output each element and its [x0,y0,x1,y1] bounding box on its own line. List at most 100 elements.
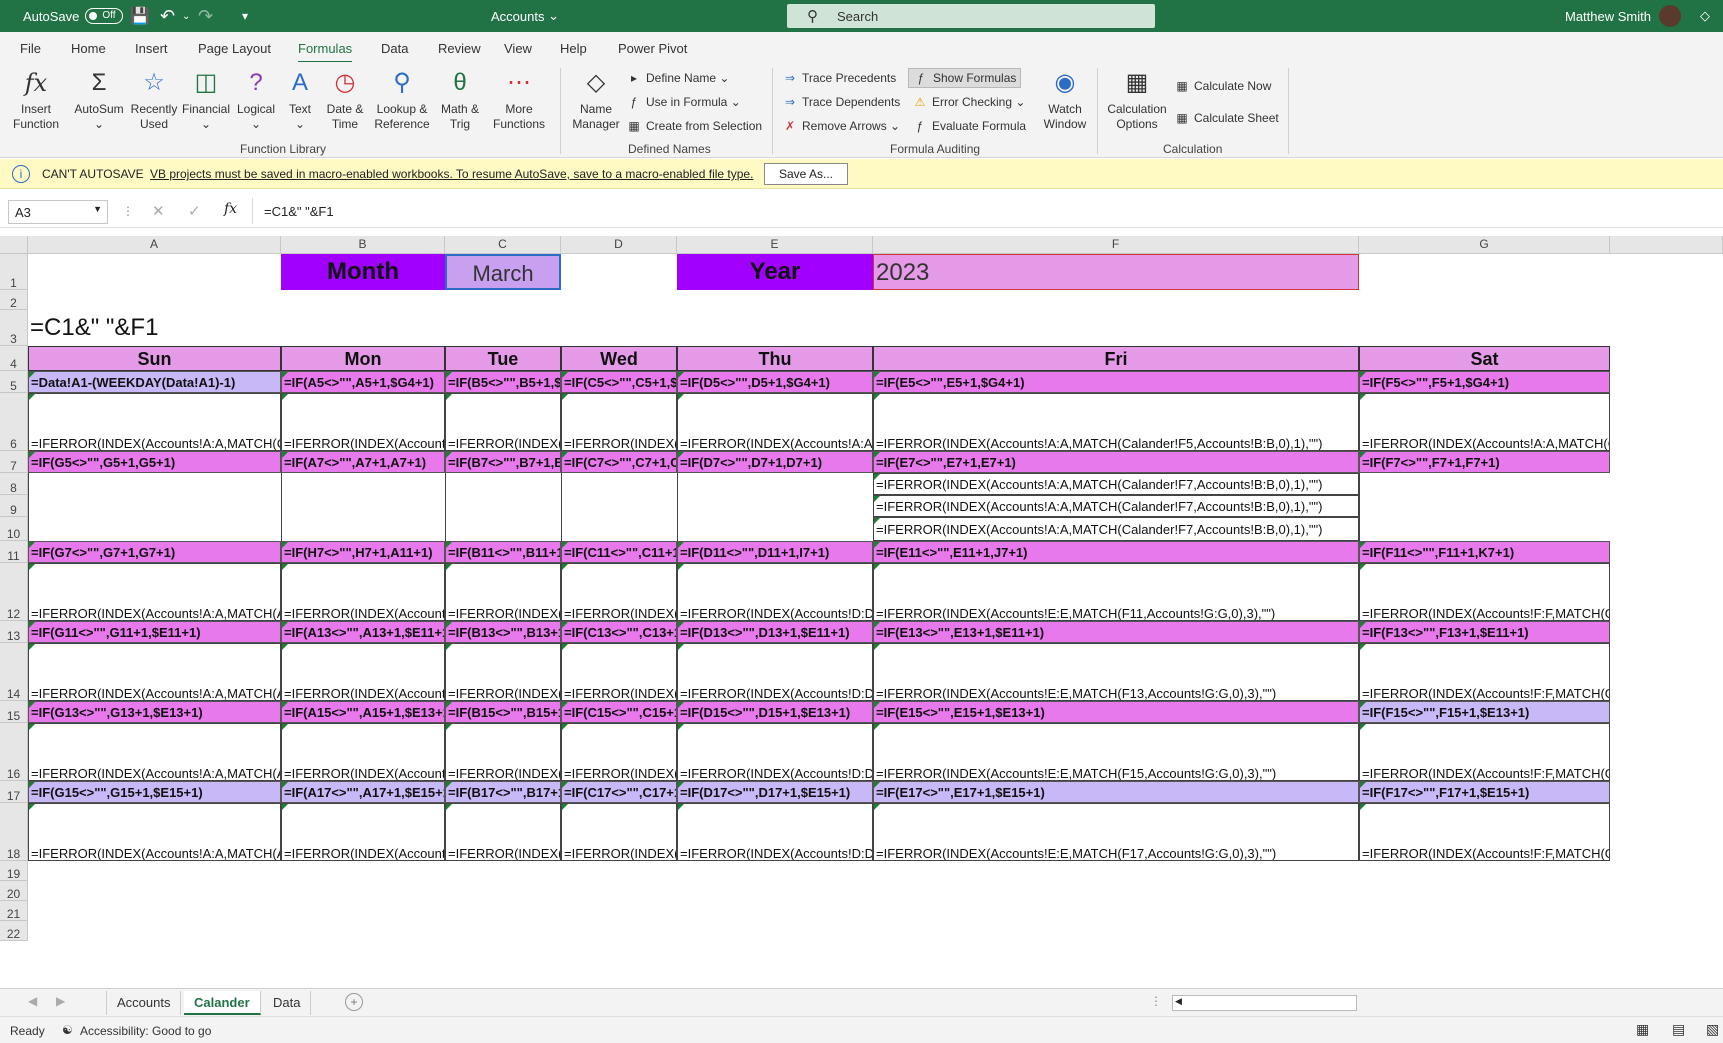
date-cell-13-6[interactable]: =IF(F13<>"",F13+1,$E11+1) [1359,621,1610,643]
empty-cell-9-4[interactable] [677,495,873,517]
row-header-2[interactable]: 2 [0,290,28,310]
tab-scroll-left-icon[interactable]: ◀ [28,994,37,1008]
event-cell-14-1[interactable]: =IFERROR(INDEX(Accounts!B:B,MATCH(B13,Ac… [281,643,445,701]
row-header-13[interactable]: 13 [0,621,28,643]
customize-toolbar-icon[interactable]: ▾ [242,0,248,32]
row-header-20[interactable]: 20 [0,881,28,901]
row-header-16[interactable]: 16 [0,723,28,781]
event-cell-18-5[interactable]: =IFERROR(INDEX(Accounts!E:E,MATCH(F17,Ac… [873,803,1359,861]
menu-data[interactable]: Data [381,41,408,56]
column-header-a[interactable]: A [28,236,281,254]
tab-data[interactable]: Data [263,991,312,1015]
diamond-icon[interactable]: ◇ [1700,0,1710,32]
logical-button[interactable]: ? Logical ⌄ [232,68,280,132]
event-cell-16-0[interactable]: =IFERROR(INDEX(Accounts!A:A,MATCH(A15,Ac… [28,723,281,781]
column-header-g[interactable]: G [1359,236,1610,254]
autosave-toggle[interactable]: Off [85,8,124,24]
undo-icon[interactable]: ↶ [160,0,175,32]
date-cell-17-0[interactable]: =IF(G15<>"",G15+1,$E15+1) [28,781,281,803]
row-header-4[interactable]: 4 [0,346,28,371]
year-label-cell[interactable]: Year [677,254,873,290]
row-header-8[interactable]: 8 [0,473,28,495]
calculation-options-button[interactable]: ▦ Calculation Options [1104,68,1170,132]
error-checking-button[interactable]: ⚠ Error Checking ⌄ [912,92,1026,112]
column-header-c[interactable]: C [445,236,561,254]
name-box-dropdown-icon[interactable]: ▼ [93,204,102,214]
calculate-sheet-button[interactable]: ▦ Calculate Sheet [1174,108,1278,128]
enter-icon[interactable]: ✓ [188,202,201,220]
day-header-tue[interactable]: Tue [445,346,561,371]
row-header-17[interactable]: 17 [0,781,28,803]
day-header-wed[interactable]: Wed [561,346,677,371]
event-cell-18-1[interactable]: =IFERROR(INDEX(Accounts!B:B,MATCH(B17,Ac… [281,803,445,861]
lookup-reference-button[interactable]: ⚲ Lookup & Reference [370,68,434,132]
normal-view-icon[interactable]: ▦ [1636,1021,1649,1038]
date-cell-5-0[interactable]: =Data!A1-(WEEKDAY(Data!A1)-1) [28,371,281,393]
event-cell-14-3[interactable]: =IFERROR(INDEX(Accounts!C:C,MATCH(D13,Ac… [561,643,677,701]
date-cell-17-1[interactable]: =IF(A17<>"",A17+1,$E15+1) [281,781,445,803]
autosave-control[interactable]: AutoSave Off [23,0,124,32]
event-cell-16-2[interactable]: =IFERROR(INDEX(Accounts!C:C,MATCH(C15,Ac… [445,723,561,781]
date-cell-11-4[interactable]: =IF(D11<>"",D11+1,I7+1) [677,541,873,563]
row-header-14[interactable]: 14 [0,643,28,701]
date-cell-13-0[interactable]: =IF(G11<>"",G11+1,$E11+1) [28,621,281,643]
row-header-9[interactable]: 9 [0,495,28,517]
page-break-view-icon[interactable]: ▧ [1706,1021,1719,1038]
column-header-e[interactable]: E [677,236,873,254]
date-cell-11-0[interactable]: =IF(G7<>"",G7+1,G7+1) [28,541,281,563]
month-value-cell[interactable]: March [445,254,561,290]
more-functions-button[interactable]: ⋯ More Functions [486,68,552,132]
worksheet-grid[interactable]: A B C D E F G 1 2 3 4 5 6 7 8 9 10 11 12 13 14 15 16 17 1… [0,236,1723,988]
recently-used-button[interactable]: ☆ Recently Used [128,68,180,132]
date-cell-13-3[interactable]: =IF(C13<>"",C13+1,$E11+1) [561,621,677,643]
empty-cell-9-2[interactable] [445,495,561,517]
event-cell-6-1[interactable]: =IFERROR(INDEX(Accounts!A:A,MATCH(Caland… [281,393,445,451]
date-cell-13-2[interactable]: =IF(B13<>"",B13+1,$E11+1) [445,621,561,643]
remove-arrows-button[interactable]: ✗ Remove Arrows ⌄ [782,116,900,136]
date-cell-11-5[interactable]: =IF(E11<>"",E11+1,J7+1) [873,541,1359,563]
event-cell-6-0[interactable]: =IFERROR(INDEX(Accounts!A:A,MATCH(Caland… [28,393,281,451]
event-cell-6-5[interactable]: =IFERROR(INDEX(Accounts!A:A,MATCH(Caland… [873,393,1359,451]
event-cell-18-6[interactable]: =IFERROR(INDEX(Accounts!F:F,MATCH(G17,Ac… [1359,803,1610,861]
date-cell-15-3[interactable]: =IF(C15<>"",C15+1,$E13+1) [561,701,677,723]
date-cell-5-4[interactable]: =IF(D5<>"",D5+1,$G4+1) [677,371,873,393]
date-cell-13-4[interactable]: =IF(D13<>"",D13+1,$E11+1) [677,621,873,643]
date-cell-17-4[interactable]: =IF(D17<>"",D17+1,$E15+1) [677,781,873,803]
date-cell-7-4[interactable]: =IF(D7<>"",D7+1,D7+1) [677,451,873,473]
date-cell-15-2[interactable]: =IF(B15<>"",B15+1,$E13+1) [445,701,561,723]
autosum-button[interactable]: Σ AutoSum ⌄ [70,68,128,132]
event-cell-14-0[interactable]: =IFERROR(INDEX(Accounts!A:A,MATCH(A13,Ac… [28,643,281,701]
empty-cell-8-3[interactable] [561,473,677,495]
date-cell-7-6[interactable]: =IF(F7<>"",F7+1,F7+1) [1359,451,1610,473]
event-cell-6-4[interactable]: =IFERROR(INDEX(Accounts!A:A,MATCH(Caland… [677,393,873,451]
empty-cell-8-2[interactable] [445,473,561,495]
watch-window-button[interactable]: ◉ Watch Window [1040,68,1090,132]
empty-cell-10-2[interactable] [445,517,561,541]
date-cell-11-2[interactable]: =IF(B11<>"",B11+1,B11+1) [445,541,561,563]
menu-insert[interactable]: Insert [135,41,168,56]
formula-input[interactable]: =C1&" "&F1 [264,204,334,219]
event-cell-18-0[interactable]: =IFERROR(INDEX(Accounts!A:A,MATCH(A17,Ac… [28,803,281,861]
date-cell-7-2[interactable]: =IF(B7<>"",B7+1,B7+1) [445,451,561,473]
calculate-now-button[interactable]: ▦ Calculate Now [1174,76,1271,96]
date-cell-15-4[interactable]: =IF(D15<>"",D15+1,$E13+1) [677,701,873,723]
date-cell-13-5[interactable]: =IF(E13<>"",E13+1,$E11+1) [873,621,1359,643]
event-cell-6-6[interactable]: =IFERROR(INDEX(Accounts!A:A,MATCH(Caland… [1359,393,1610,451]
event-cell-16-6[interactable]: =IFERROR(INDEX(Accounts!F:F,MATCH(G15,Ac… [1359,723,1610,781]
event-cell-14-4[interactable]: =IFERROR(INDEX(Accounts!D:D,MATCH(E13,Ac… [677,643,873,701]
menu-home[interactable]: Home [71,41,106,56]
menu-review[interactable]: Review [438,41,481,56]
date-cell-17-3[interactable]: =IF(C17<>"",C17+1,$E15+1) [561,781,677,803]
row-header-19[interactable]: 19 [0,861,28,881]
day-header-sat[interactable]: Sat [1359,346,1610,371]
row-header-6[interactable]: 6 [0,393,28,451]
tab-scroll-right-icon[interactable]: ▶ [56,994,65,1008]
tab-calander[interactable]: Calander [184,991,261,1015]
event-cell-12-5[interactable]: =IFERROR(INDEX(Accounts!E:E,MATCH(F11,Ac… [873,563,1359,621]
row-header-1[interactable]: 1 [0,254,28,290]
column-header-h[interactable] [1610,236,1723,254]
empty-cell-9-1[interactable] [281,495,445,517]
event-cell-18-4[interactable]: =IFERROR(INDEX(Accounts!D:D,MATCH(E17,Ac… [677,803,873,861]
date-cell-7-1[interactable]: =IF(A7<>"",A7+1,A7+1) [281,451,445,473]
date-cell-5-3[interactable]: =IF(C5<>"",C5+1,$G4+1) [561,371,677,393]
